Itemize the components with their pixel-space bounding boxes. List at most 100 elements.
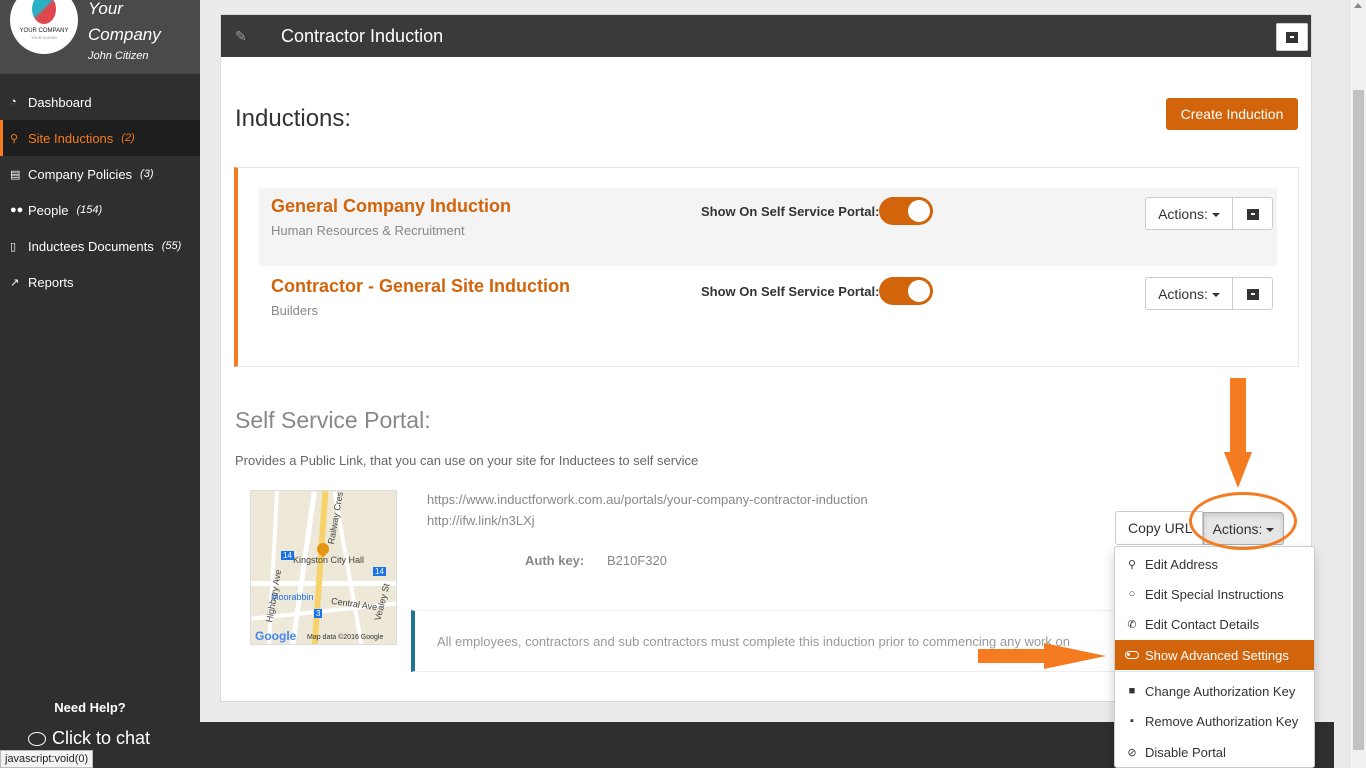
portal-short-url[interactable]: http://ifw.link/n3LXj [427,513,535,528]
page-scrollbar[interactable] [1349,0,1366,768]
induction-row: General Company Induction Human Resource… [259,188,1277,266]
road-badge: 14 [281,551,294,560]
auth-key-value: B210F320 [607,553,667,568]
chart-icon: ↗ [10,276,20,289]
sidebar-item-label: People [28,202,69,218]
scroll-thumb[interactable] [1353,90,1364,750]
menu-item-label: Disable Portal [1145,744,1226,760]
sidebar-item-count: (154) [76,204,103,216]
map-marker-icon: ⚲ [10,132,19,145]
sidebar-item-company-policies[interactable]: ▤ Company Policies (3) [0,156,200,192]
sidebar-item-reports[interactable]: ↗ Reports [0,264,200,300]
menu-divider [1115,671,1314,672]
logo-text: YOUR COMPANY [19,28,69,34]
sidebar-item-label: Site Inductions [28,130,114,146]
portal-toggle[interactable] [879,197,933,225]
toggle-icon [1125,651,1139,659]
edit-icon[interactable]: ✎ [235,28,255,45]
map-label: Kingston City Hall [293,555,365,565]
sidebar-item-label: Company Policies [28,166,133,182]
caret-down-icon [1211,212,1220,217]
archive-icon [1286,32,1298,43]
users-icon: ●● [10,204,24,216]
sidebar-item-people[interactable]: ●● People (154) [0,192,200,228]
user-name: John Citizen [88,50,149,62]
actions-label: Actions: [1158,285,1208,302]
menu-item-edit-address[interactable]: ⚲ Edit Address [1115,549,1314,579]
portal-actions-menu: ⚲ Edit Address ○ Edit Special Instructions… [1114,546,1315,768]
help-title: Need Help? [54,700,126,715]
sidebar: YOUR COMPANY YOUR SLOGAN Your Company Jo… [0,0,200,768]
sidebar-item-count: (3) [140,168,154,180]
brand-name: Your Company [88,0,161,44]
sidebar-item-label: Reports [28,274,74,290]
induction-title-link[interactable]: Contractor - General Site Induction [271,276,570,297]
sidebar-item-count: (55) [161,240,182,252]
unlock-icon: ▪ [1130,715,1134,727]
menu-item-disable-portal[interactable]: ⊘ Disable Portal [1115,737,1314,767]
menu-item-label: Edit Special Instructions [1145,586,1284,602]
logo-tagline: YOUR SLOGAN [31,36,57,40]
menu-item-label: Remove Authorization Key [1145,713,1299,729]
google-logo: Google [255,629,297,643]
induction-subtitle: Builders [271,303,318,318]
road-badge: 3 [314,609,323,618]
sidebar-item-site-inductions[interactable]: ⚲ Site Inductions (2) [0,120,200,156]
portal-location-map[interactable]: Kingston City Hall Moorabbin Central Ave… [250,490,397,645]
induction-title-link[interactable]: General Company Induction [271,196,511,217]
chat-bubble-icon [28,731,46,746]
menu-item-label: Show Advanced Settings [1145,647,1289,663]
notice-text: All employees, contractors and sub contr… [437,634,1070,649]
scroll-up-arrow-icon[interactable] [1354,3,1362,8]
induction-archive-button[interactable] [1232,197,1273,230]
actions-label: Actions: [1158,205,1208,222]
annotation-arrow-right [978,649,1048,663]
sidebar-item-label: Inductees Documents [28,238,154,254]
sidebar-item-label: Dashboard [28,94,92,110]
comment-icon: ○ [1128,588,1136,600]
menu-item-edit-contact-details[interactable]: ✆ Edit Contact Details [1115,609,1314,639]
caret-down-icon [1211,292,1220,297]
chat-label: Click to chat [52,728,151,748]
menu-item-show-advanced-settings[interactable]: Show Advanced Settings [1115,640,1314,670]
portal-url[interactable]: https://www.inductforwork.com.au/portals… [427,492,868,507]
phone-icon: ✆ [1127,618,1137,631]
create-induction-button[interactable]: Create Induction [1166,98,1298,130]
ban-icon: ⊘ [1127,746,1137,759]
sidebar-item-count: (2) [121,132,135,144]
company-logo[interactable]: YOUR COMPANY YOUR SLOGAN [10,0,78,54]
toggle-knob [908,200,930,222]
menu-item-edit-special-instructions[interactable]: ○ Edit Special Instructions [1115,579,1314,609]
portal-toggle[interactable] [879,277,933,305]
inductions-heading: Inductions: [235,105,352,132]
annotation-arrow-down-head [1224,452,1252,488]
archive-button[interactable] [1276,23,1308,51]
panel-header: ✎ Contractor Induction [221,15,1311,57]
chat-link[interactable]: Click to chat [28,728,150,749]
menu-item-change-authorization-key[interactable]: ■ Change Authorization Key [1115,676,1314,706]
self-service-portal-description: Provides a Public Link, that you can use… [235,453,699,468]
map-marker-icon: ⚲ [1127,558,1137,571]
inductions-list: General Company Induction Human Resource… [234,167,1299,367]
panel-title: Contractor Induction [281,25,444,46]
induction-archive-button[interactable] [1232,277,1273,310]
map-attribution: Map data ©2016 Google [307,634,384,641]
portal-toggle-label: Show On Self Service Portal: [701,204,880,219]
archive-icon [1246,208,1259,220]
sidebar-item-inductees-documents[interactable]: ▯ Inductees Documents (55) [0,228,200,264]
menu-item-remove-authorization-key[interactable]: ▪ Remove Authorization Key [1115,706,1314,736]
book-icon: ▤ [10,168,21,181]
induction-subtitle: Human Resources & Recruitment [271,223,465,238]
sidebar-item-dashboard[interactable]: ◔ Dashboard [0,84,200,120]
induction-actions-button[interactable]: Actions: [1145,277,1233,310]
menu-item-label: Edit Contact Details [1145,616,1260,632]
annotation-arrow-right-head [1044,643,1106,669]
road-badge: 14 [373,567,386,576]
induction-actions-button[interactable]: Actions: [1145,197,1233,230]
lock-icon: ■ [1128,685,1136,697]
archive-icon [1246,288,1259,300]
menu-item-label: Change Authorization Key [1145,683,1296,699]
induction-row: Contractor - General Site Induction Buil… [259,268,1277,346]
document-icon: ▯ [10,240,17,253]
brand-header: YOUR COMPANY YOUR SLOGAN Your Company Jo… [0,0,200,74]
